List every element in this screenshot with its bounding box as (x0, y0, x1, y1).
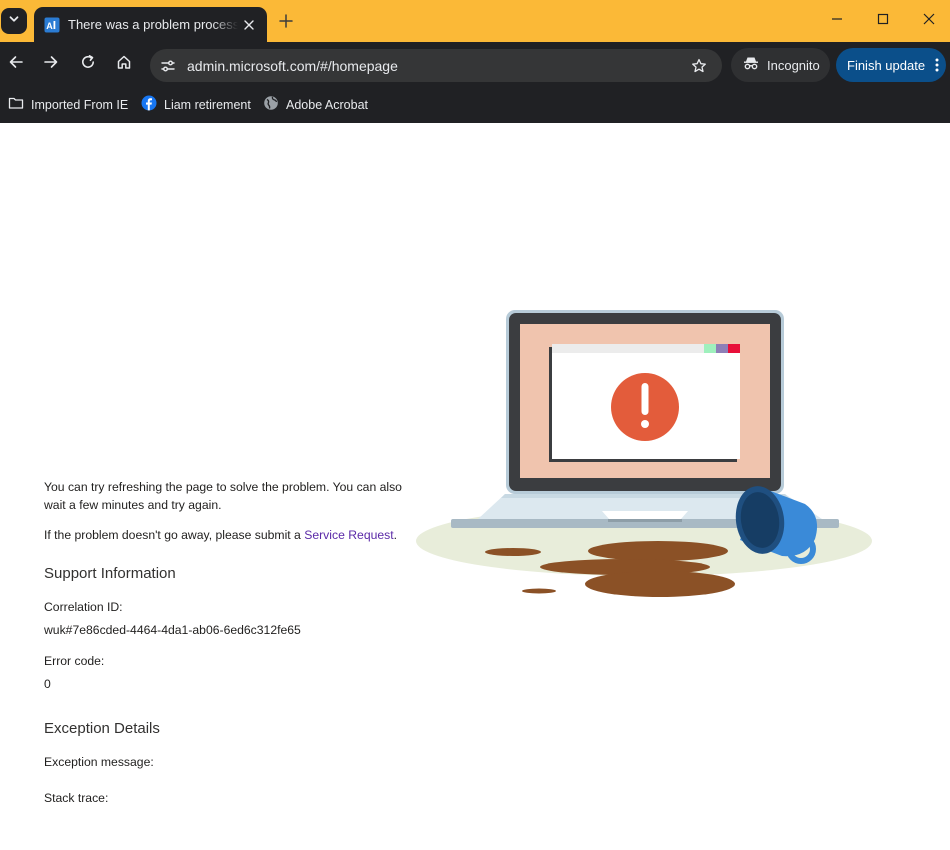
microsoft-admin-favicon-icon: A (44, 17, 60, 33)
error-code-value: 0 (44, 677, 51, 691)
site-settings-icon[interactable] (156, 54, 180, 78)
new-tab-button[interactable] (275, 12, 297, 34)
svg-text:A: A (46, 20, 53, 30)
kebab-menu-icon[interactable] (929, 55, 945, 75)
arrow-right-icon (43, 54, 59, 75)
bookmark-label: Imported From IE (31, 98, 129, 112)
bookmark-label: Liam retirement (164, 98, 251, 112)
correlation-id-label: Correlation ID: (44, 600, 123, 614)
chevron-down-icon (8, 12, 20, 30)
bookmark-adobe-acrobat[interactable]: Adobe Acrobat (263, 93, 368, 117)
page-content: You can try refreshing the page to solve… (0, 123, 950, 850)
tab-title: There was a problem processing your requ… (68, 17, 238, 32)
folder-icon (8, 95, 24, 116)
maximize-icon (877, 12, 889, 30)
browser-toolbar: admin.microsoft.com/#/homepage Incognito… (0, 42, 950, 87)
address-bar[interactable]: admin.microsoft.com/#/homepage (150, 49, 722, 82)
service-request-link[interactable]: Service Request (304, 528, 393, 542)
plus-icon (279, 13, 293, 33)
back-button[interactable] (2, 50, 30, 78)
close-tab-icon[interactable] (242, 17, 257, 33)
support-information-heading: Support Information (44, 565, 176, 582)
arrow-left-icon (8, 54, 24, 75)
minimize-icon (831, 12, 843, 30)
forward-button[interactable] (37, 50, 65, 78)
incognito-icon (743, 55, 759, 76)
persist-message: If the problem doesn't go away, please s… (44, 526, 397, 544)
warning-icon (611, 373, 679, 441)
stack-trace-label: Stack trace: (44, 791, 109, 805)
bookmarks-bar: Imported From IE Liam retirement Adobe A… (0, 87, 950, 123)
incognito-label: Incognito (767, 57, 820, 73)
finish-update-label: Finish update (847, 57, 926, 73)
home-icon (116, 54, 132, 75)
home-button[interactable] (110, 50, 138, 78)
bookmark-imported-from-ie[interactable]: Imported From IE (8, 93, 128, 117)
tab-search-button[interactable] (1, 8, 27, 34)
refresh-message: You can try refreshing the page to solve… (44, 480, 402, 512)
minimize-button[interactable] (823, 7, 851, 35)
bookmark-star-icon[interactable] (686, 53, 712, 79)
bookmark-liam-retirement[interactable]: Liam retirement (141, 93, 251, 117)
persist-message-suffix: . (393, 528, 398, 542)
exception-message-label: Exception message: (44, 755, 154, 769)
finish-update-button[interactable]: Finish update (836, 48, 946, 82)
url-text[interactable]: admin.microsoft.com/#/homepage (187, 58, 686, 74)
correlation-id-value: wuk#7e86cded-4464-4da1-ab06-6ed6c312fe65 (44, 623, 301, 637)
error-illustration (416, 310, 872, 597)
bookmark-label: Adobe Acrobat (286, 98, 369, 112)
facebook-icon (141, 95, 157, 116)
reload-icon (80, 54, 96, 75)
close-window-button[interactable] (915, 7, 943, 35)
tab-strip: A There was a problem processing your re… (0, 0, 950, 42)
reload-button[interactable] (74, 50, 102, 78)
persist-message-prefix: If the problem doesn't go away, please s… (44, 528, 305, 542)
maximize-button[interactable] (869, 7, 897, 35)
error-code-label: Error code: (44, 654, 105, 668)
exception-details-heading: Exception Details (44, 720, 160, 737)
active-tab[interactable]: A There was a problem processing your re… (34, 7, 267, 42)
incognito-button[interactable]: Incognito (731, 48, 830, 82)
close-icon (923, 12, 935, 30)
globe-icon (263, 95, 279, 116)
